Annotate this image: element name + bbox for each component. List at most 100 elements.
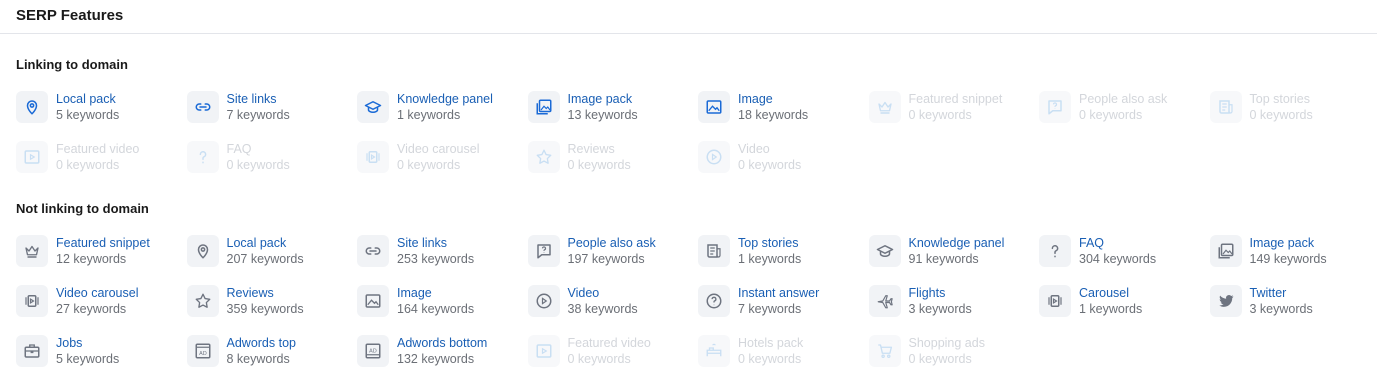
feature-count: 0 keywords [1249,108,1313,122]
briefcase-icon [16,335,48,367]
cart-icon [868,335,901,367]
feature-label[interactable]: FAQ [1079,235,1156,251]
feature-item-site-links[interactable]: Site links 7 keywords [186,89,352,125]
feature-item-instant-answer[interactable]: Instant answer 7 keywords [698,283,863,319]
video-frame-icon [527,335,560,367]
feature-text: Reviews 0 keywords [568,141,631,173]
feature-count: 12 keywords [56,252,127,266]
feature-item-knowledge-panel[interactable]: Knowledge panel 91 keywords [868,233,1034,269]
image-icon [698,91,730,123]
image-icon [357,285,389,317]
feature-text: Featured video 0 keywords [568,335,651,367]
feature-text: Twitter 3 keywords [1250,285,1313,317]
question-mark-icon [1039,235,1071,267]
feature-label[interactable]: Reviews [227,285,304,301]
svg-text:AD: AD [369,349,377,355]
feature-label[interactable]: Image [738,91,808,107]
feature-item-faq: FAQ 0 keywords [186,139,352,175]
image-pack-icon [1209,235,1242,267]
feature-label: Hotels pack [738,336,804,350]
feature-item-flights[interactable]: Flights 3 keywords [868,283,1034,319]
feature-item-image-pack[interactable]: Image pack 13 keywords [527,89,693,125]
feature-label[interactable]: Video carousel [56,285,138,301]
feature-label[interactable]: Top stories [738,235,801,251]
feature-label[interactable]: Local pack [56,91,119,107]
feature-item-local-pack[interactable]: Local pack 5 keywords [16,89,181,125]
feature-label: People also ask [1079,92,1168,106]
feature-label[interactable]: Knowledge panel [909,235,1005,251]
feature-count: 0 keywords [1079,108,1143,122]
feature-text: Image pack 149 keywords [1250,235,1327,267]
feature-count: 0 keywords [738,352,802,366]
feature-count: 8 keywords [226,352,290,366]
feature-label[interactable]: Flights [909,285,972,301]
feature-label[interactable]: Adwords bottom [397,335,487,351]
feature-item-carousel[interactable]: Carousel 1 keywords [1039,283,1204,319]
airplane-icon [868,285,901,317]
feature-item-adwords-bottom[interactable]: AD Adwords bottom 132 keywords [357,333,522,369]
feature-text: Hotels pack 0 keywords [738,335,803,367]
feature-item-twitter[interactable]: Twitter 3 keywords [1209,283,1375,319]
feature-label[interactable]: Adwords top [227,335,296,351]
feature-count: 0 keywords [226,158,290,172]
feature-item-local-pack[interactable]: Local pack 207 keywords [186,233,352,269]
feature-text: Adwords bottom 132 keywords [397,335,487,367]
feature-count: 207 keywords [226,252,304,266]
feature-label[interactable]: Site links [227,91,290,107]
feature-item-video[interactable]: Video 38 keywords [527,283,693,319]
feature-label[interactable]: People also ask [568,235,656,251]
feature-label[interactable]: Local pack [227,235,304,251]
feature-item-image[interactable]: Image 18 keywords [698,89,863,125]
feature-label[interactable]: Knowledge panel [397,91,493,107]
question-mark-icon [186,141,219,173]
feature-item-top-stories[interactable]: Top stories 1 keywords [698,233,863,269]
feature-text: FAQ 304 keywords [1079,235,1156,267]
feature-item-image-pack[interactable]: Image pack 149 keywords [1209,233,1375,269]
feature-item-hotels-pack: Hotels pack 0 keywords [698,333,863,369]
feature-text: Shopping ads 0 keywords [909,335,985,367]
star-icon [527,141,560,173]
feature-label[interactable]: Video [568,285,638,301]
feature-label[interactable]: Instant answer [738,285,819,301]
feature-item-jobs[interactable]: Jobs 5 keywords [16,333,181,369]
feature-item-adwords-top[interactable]: AD Adwords top 8 keywords [186,333,352,369]
feature-label[interactable]: Carousel [1079,285,1142,301]
feature-item-featured-video: Featured video 0 keywords [527,333,693,369]
feature-text: Video carousel 27 keywords [56,285,138,317]
feature-count: 0 keywords [567,158,631,172]
feature-label[interactable]: Site links [397,235,474,251]
feature-label[interactable]: Image [397,285,474,301]
feature-count: 0 keywords [908,108,972,122]
feature-text: Knowledge panel 1 keywords [397,91,493,123]
feature-label: Featured snippet [908,92,1003,106]
feature-item-reviews[interactable]: Reviews 359 keywords [186,283,352,319]
feature-count: 3 keywords [908,302,972,316]
feature-item-video-carousel[interactable]: Video carousel 27 keywords [16,283,181,319]
feature-item-knowledge-panel[interactable]: Knowledge panel 1 keywords [357,89,522,125]
feature-label[interactable]: Jobs [56,335,119,351]
play-circle-icon [698,141,730,173]
feature-count: 132 keywords [397,352,475,366]
feature-item-site-links[interactable]: Site links 253 keywords [357,233,522,269]
feature-text: Local pack 5 keywords [56,91,119,123]
svg-text:AD: AD [199,351,207,357]
crown-icon [868,91,901,123]
feature-label: Video carousel [397,142,480,156]
feature-item-people-also-ask[interactable]: People also ask 197 keywords [527,233,693,269]
feature-count: 7 keywords [226,108,290,122]
feature-label[interactable]: Image pack [1250,235,1327,251]
news-icon [1209,91,1242,123]
feature-item-featured-snippet[interactable]: Featured snippet 12 keywords [16,233,181,269]
feature-text: FAQ 0 keywords [227,141,290,173]
feature-text: Top stories 0 keywords [1250,91,1313,123]
feature-item-faq[interactable]: FAQ 304 keywords [1039,233,1204,269]
feature-label[interactable]: Featured snippet [56,235,150,251]
feature-label[interactable]: Image pack [568,91,638,107]
feature-text: Site links 253 keywords [397,235,474,267]
feature-text: Top stories 1 keywords [738,235,801,267]
feature-label[interactable]: Twitter [1250,285,1313,301]
feature-count: 0 keywords [567,352,631,366]
link-icon [357,235,389,267]
feature-text: Image 18 keywords [738,91,808,123]
feature-item-image[interactable]: Image 164 keywords [357,283,522,319]
